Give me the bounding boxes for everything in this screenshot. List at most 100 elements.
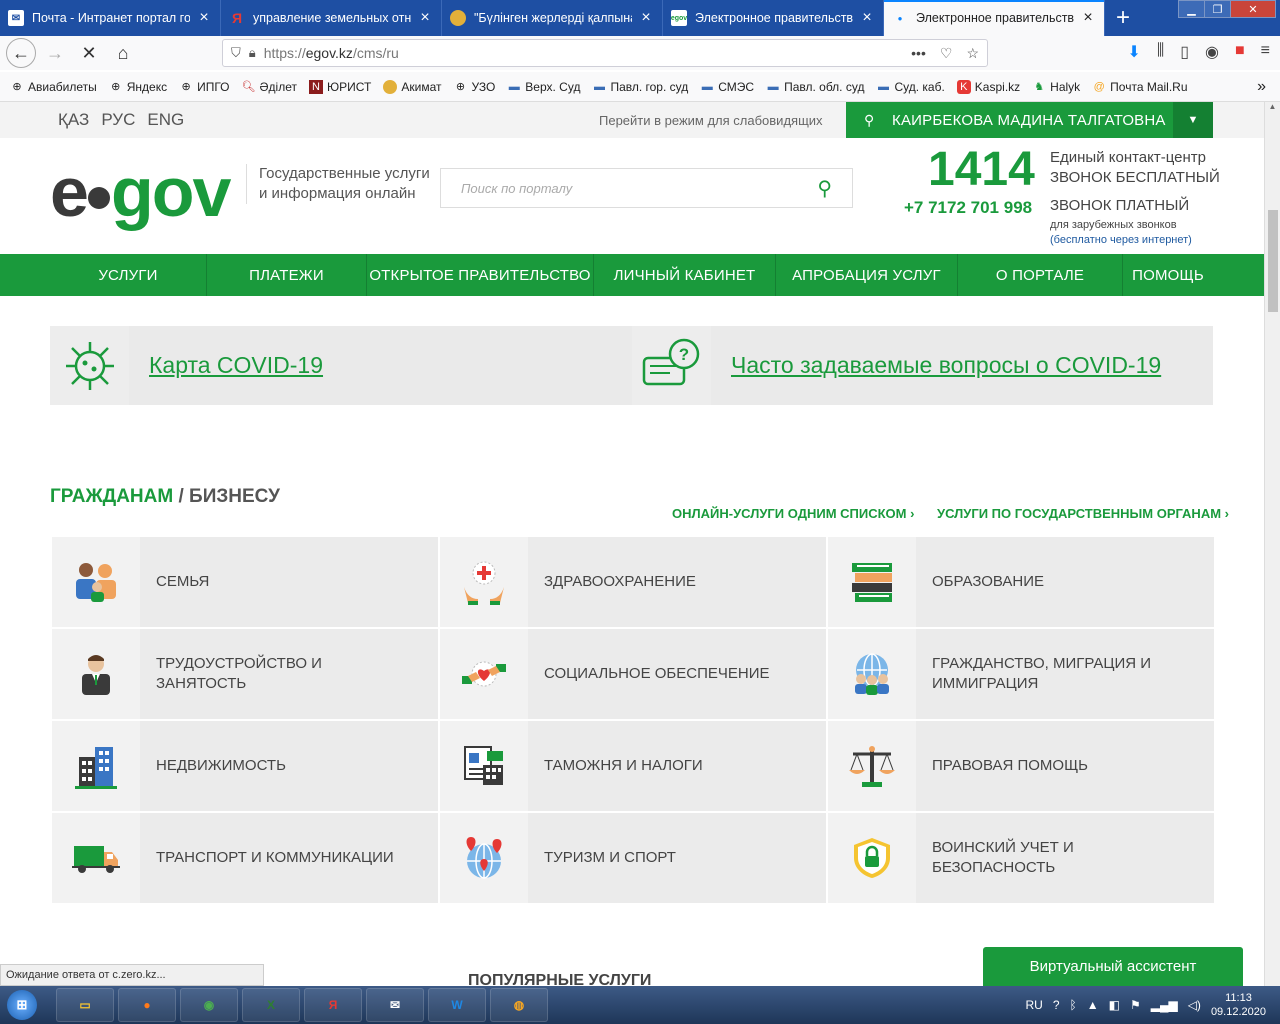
- help-icon[interactable]: ?: [1053, 998, 1060, 1012]
- flag-icon[interactable]: ⚑: [1130, 998, 1141, 1012]
- address-bar[interactable]: ⛉ 🔒︎ https://egov.kz/cms/ru ••• ♡ ☆: [222, 39, 988, 67]
- bluetooth-icon[interactable]: ᛒ: [1070, 998, 1077, 1012]
- egov-logo[interactable]: e gov: [50, 157, 231, 227]
- tray-expand-icon[interactable]: ▲: [1087, 998, 1099, 1012]
- yandex-browser-icon[interactable]: Я: [304, 988, 362, 1022]
- account-icon[interactable]: ◉: [1205, 42, 1219, 62]
- page-scrollbar[interactable]: ▲: [1264, 102, 1280, 986]
- search-input[interactable]: Поиск по порталу ⚲: [440, 168, 853, 208]
- close-window-button[interactable]: ✕: [1230, 0, 1276, 18]
- lang-kaz[interactable]: ҚАЗ: [58, 110, 89, 130]
- nav-services[interactable]: УСЛУГИ: [50, 254, 207, 296]
- category-social-security[interactable]: СОЦИАЛЬНОЕ ОБЕСПЕЧЕНИЕ: [440, 629, 826, 719]
- covid-faq-link[interactable]: Часто задаваемые вопросы о COVID-19: [731, 352, 1161, 379]
- bookmark-item[interactable]: ▬ Павл. гор. суд: [592, 80, 688, 94]
- category-family[interactable]: СЕМЬЯ: [52, 537, 438, 627]
- bookmark-item[interactable]: ▬ Суд. каб.: [876, 80, 945, 94]
- online-list-link[interactable]: ОНЛАЙН-УСЛУГИ ОДНИМ СПИСКОМ ›: [672, 506, 914, 521]
- page-actions-icon[interactable]: •••: [911, 45, 926, 62]
- lang-rus[interactable]: РУС: [101, 110, 135, 130]
- covid-faq-card[interactable]: ? Часто задаваемые вопросы о COVID-19: [632, 326, 1213, 405]
- close-tab-icon[interactable]: ×: [859, 9, 875, 27]
- category-tourism[interactable]: ТУРИЗМ И СПОРТ: [440, 813, 826, 903]
- bookmark-item[interactable]: 🔍︎ Әділет: [242, 80, 297, 94]
- new-tab-button[interactable]: +: [1105, 0, 1141, 36]
- word-icon[interactable]: W: [428, 988, 486, 1022]
- lock-icon[interactable]: 🔒︎: [249, 45, 256, 61]
- volume-icon[interactable]: ◁): [1188, 998, 1201, 1012]
- language-indicator[interactable]: RU: [1026, 998, 1043, 1012]
- category-real-estate[interactable]: НЕДВИЖИМОСТЬ: [52, 721, 438, 811]
- bookmark-item[interactable]: @ Почта Mail.Ru: [1092, 80, 1188, 94]
- bookmark-item[interactable]: N ЮРИСТ: [309, 79, 371, 94]
- library-icon[interactable]: ⫼: [1157, 42, 1164, 62]
- internet-call-link[interactable]: (бесплатно через интернет): [1050, 233, 1192, 248]
- category-transport[interactable]: ТРАНСПОРТ И КОММУНИКАЦИИ: [52, 813, 438, 903]
- agency-services-link[interactable]: УСЛУГИ ПО ГОСУДАРСТВЕННЫМ ОРГАНАМ ›: [937, 506, 1229, 521]
- close-tab-icon[interactable]: ×: [417, 9, 433, 27]
- bookmark-item[interactable]: ♞ Halyk: [1032, 80, 1080, 94]
- tab-egov-1[interactable]: egov Электронное правительство ×: [663, 0, 884, 36]
- more-bookmarks-icon[interactable]: »: [1257, 78, 1266, 96]
- bookmark-item[interactable]: ▬ СМЭС: [700, 80, 754, 94]
- forward-button[interactable]: →: [40, 38, 70, 68]
- menu-icon[interactable]: ≡: [1261, 42, 1270, 62]
- download-icon[interactable]: ⬇: [1127, 42, 1140, 62]
- back-button[interactable]: ←: [6, 38, 36, 68]
- explorer-icon[interactable]: ▭: [56, 988, 114, 1022]
- clock[interactable]: 11:13 09.12.2020: [1211, 991, 1266, 1019]
- bookmark-item[interactable]: Акимат: [383, 79, 441, 94]
- nav-payments[interactable]: ПЛАТЕЖИ: [207, 254, 367, 296]
- scroll-up-icon[interactable]: ▲: [1265, 102, 1280, 111]
- nav-cabinet[interactable]: ЛИЧНЫЙ КАБИНЕТ: [594, 254, 776, 296]
- bookmark-item[interactable]: ⊕ ИПГО: [179, 80, 229, 94]
- nav-open-gov[interactable]: ОТКРЫТОЕ ПРАВИТЕЛЬСТВО: [367, 254, 594, 296]
- close-tab-icon[interactable]: ×: [196, 9, 212, 27]
- scrollbar-thumb[interactable]: [1268, 210, 1278, 312]
- category-education[interactable]: ОБРАЗОВАНИЕ: [828, 537, 1214, 627]
- bookmark-star-icon[interactable]: ☆: [966, 45, 979, 62]
- stop-button[interactable]: ✕: [74, 38, 104, 68]
- mail-client-icon[interactable]: ✉: [366, 988, 424, 1022]
- bookmark-item[interactable]: K Kaspi.kz: [956, 79, 1020, 94]
- covid-map-card[interactable]: Карта COVID-19: [50, 326, 632, 405]
- home-button[interactable]: ⌂: [108, 38, 138, 68]
- tab-kz[interactable]: "Бүлінген жерлерді қалпына ×: [442, 0, 663, 36]
- user-menu[interactable]: ⚲ КАИРБЕКОВА МАДИНА ТАЛГАТОВНА ▼: [846, 102, 1213, 138]
- nav-approbation[interactable]: АПРОБАЦИЯ УСЛУГ: [776, 254, 958, 296]
- bookmark-item[interactable]: ▬ Верх. Суд: [507, 80, 581, 94]
- category-healthcare[interactable]: ЗДРАВООХРАНЕНИЕ: [440, 537, 826, 627]
- url-text[interactable]: https://egov.kz/cms/ru: [264, 45, 399, 61]
- tab-business[interactable]: БИЗНЕСУ: [189, 486, 280, 507]
- nav-help[interactable]: ПОМОЩЬ: [1123, 254, 1213, 296]
- lang-eng[interactable]: ENG: [147, 110, 184, 130]
- accessibility-link[interactable]: Перейти в режим для слабовидящих: [599, 113, 823, 128]
- pocket-icon[interactable]: ♡: [940, 45, 953, 62]
- search-icon[interactable]: ⚲: [817, 176, 832, 201]
- restore-button[interactable]: ❐: [1204, 0, 1231, 18]
- start-button[interactable]: ⊞: [0, 987, 44, 1023]
- minimize-button[interactable]: ▁: [1178, 0, 1205, 18]
- tab-yandex[interactable]: Я управление земельных отно ×: [221, 0, 442, 36]
- firefox-icon[interactable]: ●: [118, 988, 176, 1022]
- bookmark-item[interactable]: ▬ Павл. обл. суд: [766, 80, 865, 94]
- network-icon[interactable]: ◧: [1109, 998, 1120, 1012]
- category-customs-taxes[interactable]: ТАМОЖНЯ И НАЛОГИ: [440, 721, 826, 811]
- covid-map-link[interactable]: Карта COVID-19: [149, 352, 323, 379]
- close-tab-icon[interactable]: ×: [638, 9, 654, 27]
- sidebar-icon[interactable]: ▯: [1180, 42, 1189, 62]
- category-legal-aid[interactable]: ПРАВОВАЯ ПОМОЩЬ: [828, 721, 1214, 811]
- extension-icon[interactable]: ■: [1235, 42, 1245, 62]
- bookmark-item[interactable]: ⊕ Яндекс: [109, 80, 167, 94]
- category-employment[interactable]: ТРУДОУСТРОЙСТВО И ЗАНЯТОСТЬ: [52, 629, 438, 719]
- bookmark-item[interactable]: ⊕ УЗО: [453, 80, 495, 94]
- chevron-down-icon[interactable]: ▼: [1173, 102, 1213, 138]
- tab-egov-active[interactable]: ● Электронное правительство ×: [884, 0, 1105, 36]
- bookmark-item[interactable]: ⊕ Авиабилеты: [10, 80, 96, 94]
- excel-icon[interactable]: X: [242, 988, 300, 1022]
- tab-mail[interactable]: ✉ Почта - Интранет портал гос ×: [0, 0, 221, 36]
- chrome-icon[interactable]: ◉: [180, 988, 238, 1022]
- category-citizenship[interactable]: ГРАЖДАНСТВО, МИГРАЦИЯ И ИММИГРАЦИЯ: [828, 629, 1214, 719]
- virtual-assistant-button[interactable]: Виртуальный ассистент: [983, 947, 1243, 986]
- tab-citizens[interactable]: ГРАЖДАНАМ: [50, 486, 173, 507]
